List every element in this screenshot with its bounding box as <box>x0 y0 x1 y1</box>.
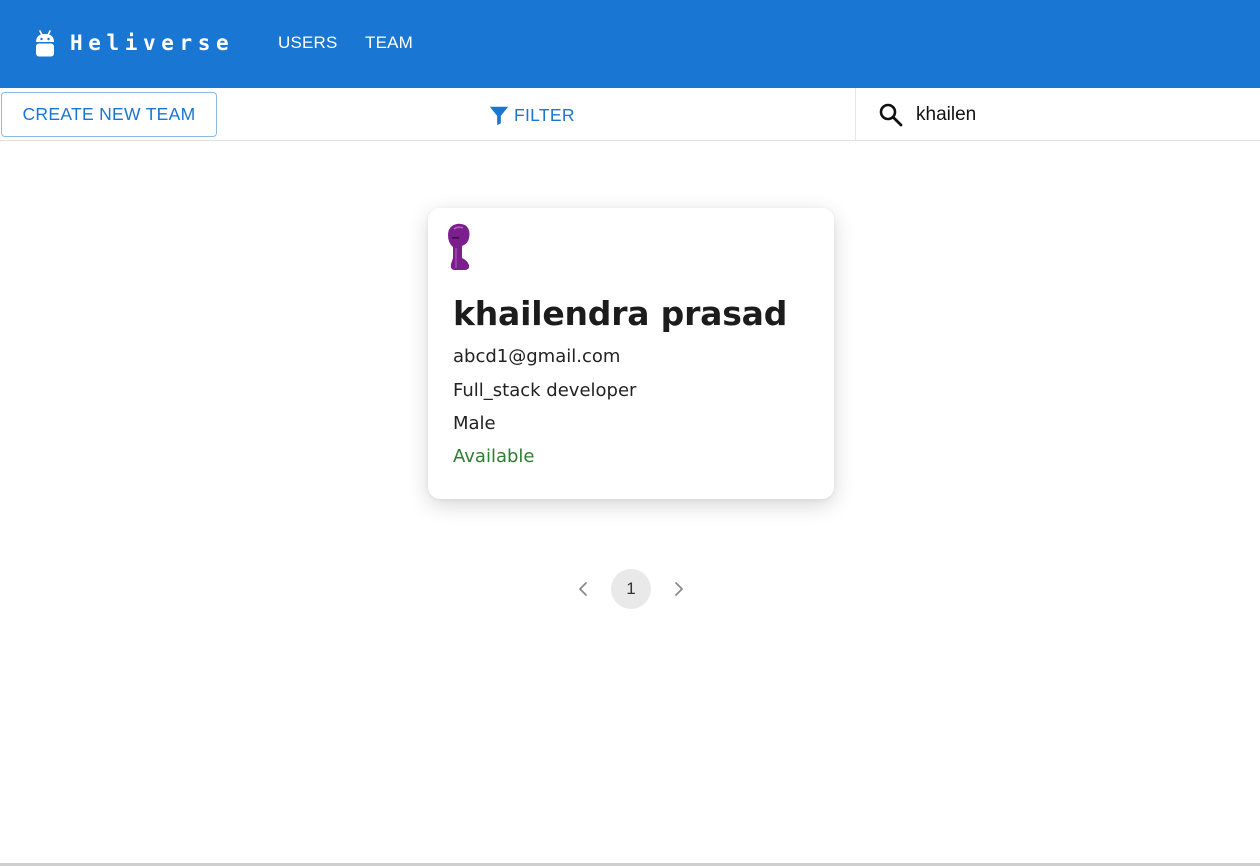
nav-users[interactable]: USERS <box>278 33 338 53</box>
page-button-current[interactable]: 1 <box>611 569 651 609</box>
app-header: Heliverse USERS TEAM <box>0 0 1260 88</box>
search-input[interactable] <box>916 100 1246 130</box>
user-availability: Available <box>453 446 535 467</box>
search-box <box>855 88 1260 140</box>
user-name: khailendra prasad <box>453 294 788 333</box>
brand-title[interactable]: Heliverse <box>70 31 234 55</box>
chevron-right-icon[interactable] <box>667 577 691 601</box>
chevron-left-icon[interactable] <box>571 577 595 601</box>
create-new-team-button[interactable]: CREATE NEW TEAM <box>1 92 217 137</box>
search-icon <box>879 103 903 127</box>
pagination: 1 <box>566 569 696 609</box>
filter-label: FILTER <box>514 104 575 125</box>
toolbar: CREATE NEW TEAM FILTER <box>0 88 1260 141</box>
android-icon <box>36 30 54 57</box>
user-email: abcd1@gmail.com <box>453 346 621 367</box>
user-card[interactable]: khailendra prasad abcd1@gmail.com Full_s… <box>428 208 834 499</box>
filter-button[interactable]: FILTER <box>488 103 575 127</box>
user-domain: Full_stack developer <box>453 380 637 401</box>
nav-team[interactable]: TEAM <box>365 33 413 53</box>
filter-funnel-icon <box>489 106 509 126</box>
user-gender: Male <box>453 413 496 434</box>
avatar <box>448 223 470 270</box>
